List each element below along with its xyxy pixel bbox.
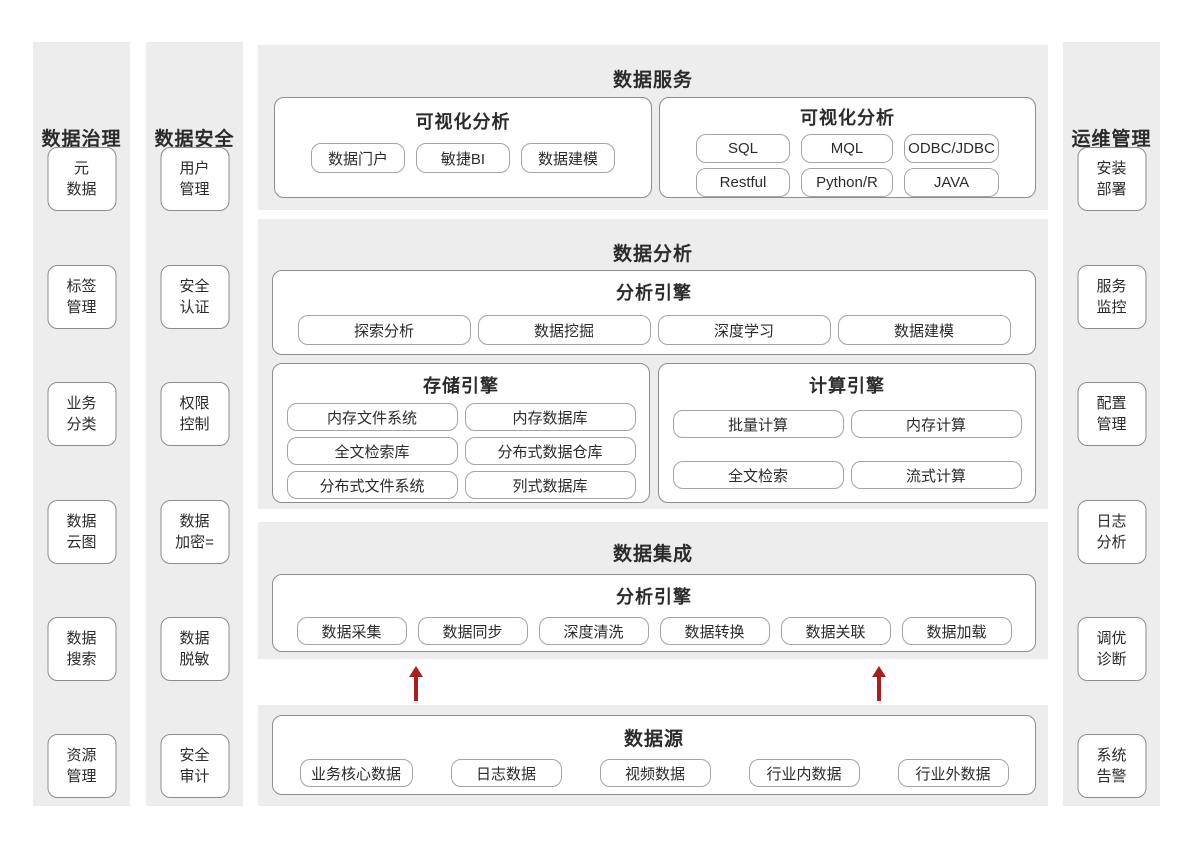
service-chip: MQL (801, 134, 893, 163)
analysis-engine-box: 分析引擎 探索分析 数据挖掘 深度学习 数据建模 (272, 270, 1036, 355)
integration-engine-box: 分析引擎 数据采集 数据同步 深度清洗 数据转换 数据关联 数据加载 (272, 574, 1036, 652)
analysis-section-title: 数据分析 (258, 219, 1048, 266)
security-item: 权限 控制 (160, 382, 229, 446)
integration-chip: 深度清洗 (539, 617, 649, 645)
ops-item: 调优 诊断 (1077, 617, 1146, 681)
compute-chip: 内存计算 (851, 410, 1022, 438)
compute-chip: 流式计算 (851, 461, 1022, 489)
governance-item: 标签 管理 (47, 265, 116, 329)
source-chip: 日志数据 (451, 759, 562, 787)
architecture-diagram: 数据治理 元 数据 标签 管理 业务 分类 数据 云图 数据 搜索 资源 管理 … (0, 0, 1200, 844)
security-item: 安全 审计 (160, 734, 229, 798)
up-arrow-icon (872, 666, 886, 702)
integration-section-title: 数据集成 (258, 522, 1048, 566)
service-chip: 数据建模 (521, 143, 615, 173)
analysis-chip: 深度学习 (658, 315, 831, 345)
compute-engine-title: 计算引擎 (659, 364, 1035, 398)
service-chip: JAVA (904, 168, 999, 197)
security-item: 数据 加密= (160, 500, 229, 564)
storage-chip: 列式数据库 (465, 471, 636, 499)
integration-section: 数据集成 分析引擎 数据采集 数据同步 深度清洗 数据转换 数据关联 数据加载 (258, 522, 1048, 659)
services-visual-box: 可视化分析 数据门户 敏捷BI 数据建模 (274, 97, 652, 198)
security-item: 数据 脱敏 (160, 617, 229, 681)
source-box: 数据源 业务核心数据 日志数据 视频数据 行业内数据 行业外数据 (272, 715, 1036, 795)
security-item: 安全 认证 (160, 265, 229, 329)
storage-engine-title: 存储引擎 (273, 364, 649, 398)
source-chip: 行业外数据 (898, 759, 1009, 787)
governance-item: 数据 搜索 (47, 617, 116, 681)
storage-chip: 内存文件系统 (287, 403, 458, 431)
source-chip: 视频数据 (600, 759, 711, 787)
service-chip: Restful (696, 168, 790, 197)
services-access-box-title: 可视化分析 (660, 98, 1035, 130)
storage-chip: 内存数据库 (465, 403, 636, 431)
integration-chip: 数据转换 (660, 617, 770, 645)
services-visual-box-title: 可视化分析 (275, 98, 651, 134)
security-item: 用户 管理 (160, 147, 229, 211)
governance-item: 元 数据 (47, 147, 116, 211)
ops-item: 配置 管理 (1077, 382, 1146, 446)
storage-chip: 全文检索库 (287, 437, 458, 465)
compute-chip: 批量计算 (673, 410, 844, 438)
storage-chip: 分布式文件系统 (287, 471, 458, 499)
compute-chip: 全文检索 (673, 461, 844, 489)
service-chip: Python/R (801, 168, 893, 197)
up-arrow-icon (409, 666, 423, 702)
governance-item: 数据 云图 (47, 500, 116, 564)
governance-column: 数据治理 元 数据 标签 管理 业务 分类 数据 云图 数据 搜索 资源 管理 (33, 42, 130, 806)
ops-item: 日志 分析 (1077, 500, 1146, 564)
storage-engine-box: 存储引擎 内存文件系统 内存数据库 全文检索库 分布式数据仓库 分布式文件系统 … (272, 363, 650, 503)
source-chip: 业务核心数据 (300, 759, 413, 787)
analysis-chip: 数据挖掘 (478, 315, 651, 345)
integration-chip: 数据加载 (902, 617, 1012, 645)
analysis-chip: 数据建模 (838, 315, 1011, 345)
governance-item: 业务 分类 (47, 382, 116, 446)
services-access-box: 可视化分析 SQL MQL ODBC/JDBC Restful Python/R… (659, 97, 1036, 198)
ops-item: 系统 告警 (1077, 734, 1146, 798)
security-column: 数据安全 用户 管理 安全 认证 权限 控制 数据 加密= 数据 脱敏 安全 审… (146, 42, 243, 806)
analysis-section: 数据分析 分析引擎 探索分析 数据挖掘 深度学习 数据建模 存储引擎 内存文件系… (258, 219, 1048, 509)
ops-item: 安装 部署 (1077, 147, 1146, 211)
analysis-chip: 探索分析 (298, 315, 471, 345)
governance-item: 资源 管理 (47, 734, 116, 798)
ops-column: 运维管理 安装 部署 服务 监控 配置 管理 日志 分析 调优 诊断 系统 告警 (1063, 42, 1160, 806)
service-chip: SQL (696, 134, 790, 163)
analysis-engine-title: 分析引擎 (273, 271, 1035, 305)
service-chip: 敏捷BI (416, 143, 510, 173)
integration-engine-title: 分析引擎 (273, 575, 1035, 609)
services-section-title: 数据服务 (258, 45, 1048, 92)
services-section: 数据服务 可视化分析 数据门户 敏捷BI 数据建模 可视化分析 SQL MQL … (258, 45, 1048, 210)
integration-chip: 数据关联 (781, 617, 891, 645)
storage-chip: 分布式数据仓库 (465, 437, 636, 465)
service-chip: ODBC/JDBC (904, 134, 999, 163)
source-box-title: 数据源 (273, 716, 1035, 751)
source-chip: 行业内数据 (749, 759, 860, 787)
service-chip: 数据门户 (311, 143, 405, 173)
ops-item: 服务 监控 (1077, 265, 1146, 329)
source-section: 数据源 业务核心数据 日志数据 视频数据 行业内数据 行业外数据 (258, 705, 1048, 806)
integration-chip: 数据采集 (297, 617, 407, 645)
integration-chip: 数据同步 (418, 617, 528, 645)
compute-engine-box: 计算引擎 批量计算 内存计算 全文检索 流式计算 (658, 363, 1036, 503)
